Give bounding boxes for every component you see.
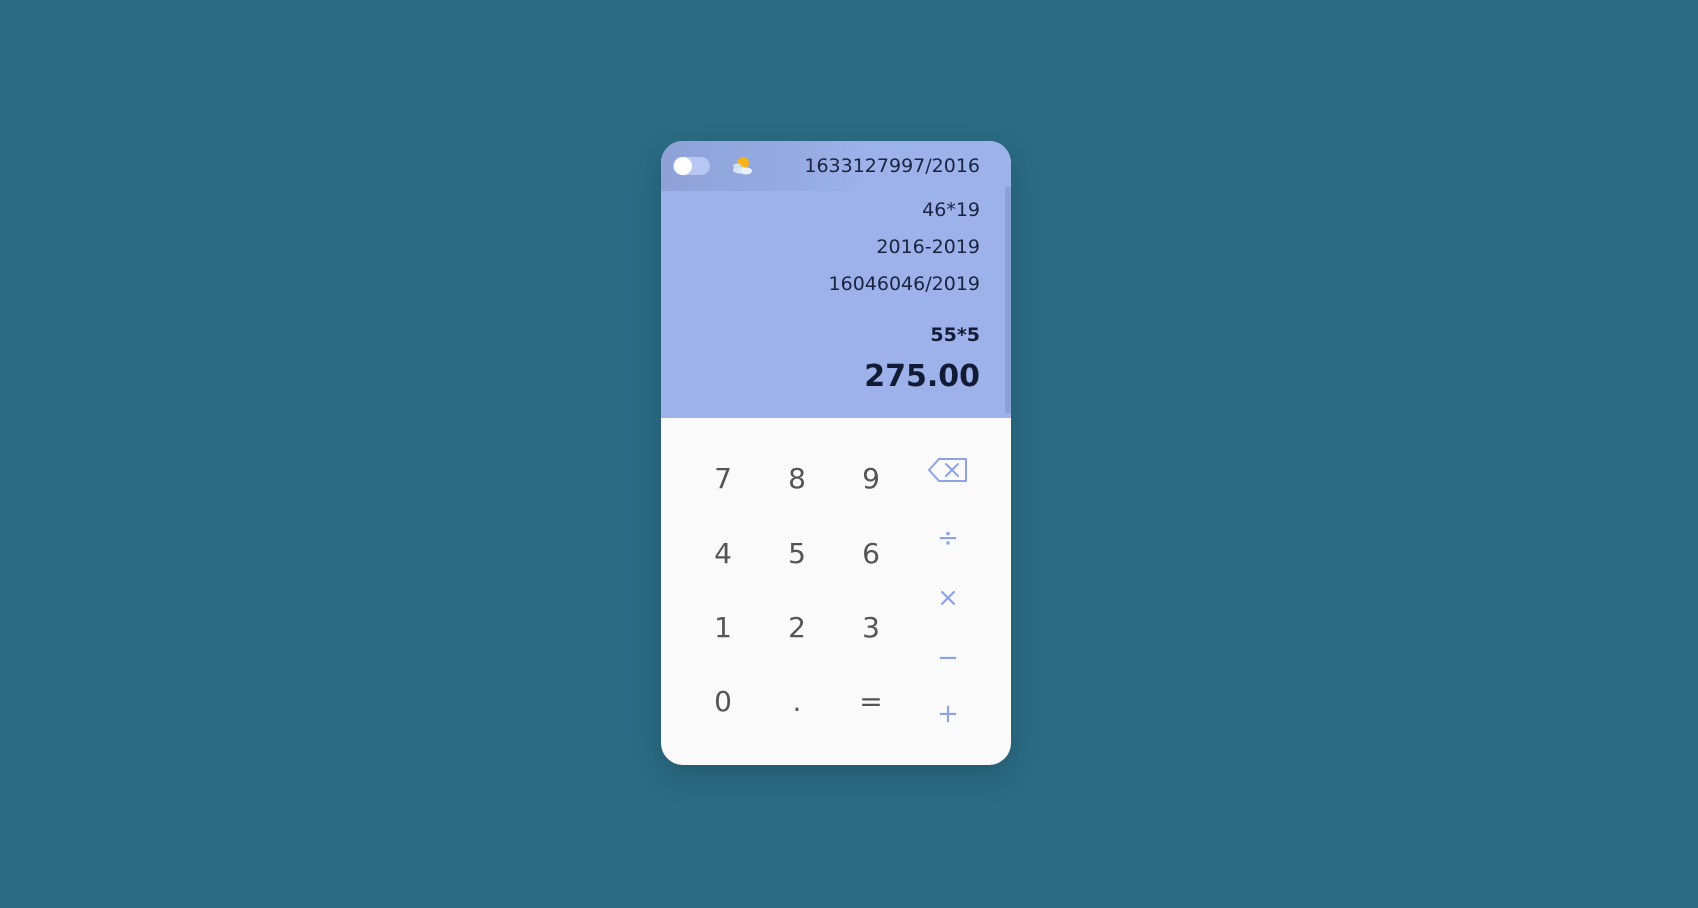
history-scrollbar[interactable] xyxy=(1005,187,1011,413)
history-item[interactable]: 16046046/2019 xyxy=(804,266,980,303)
key-0[interactable]: 0 xyxy=(695,673,751,729)
backspace-icon xyxy=(928,458,967,482)
key-7[interactable]: 7 xyxy=(695,450,751,506)
multiply-button[interactable]: × xyxy=(920,570,976,626)
partly-cloudy-icon xyxy=(729,153,755,179)
key-5[interactable]: 5 xyxy=(769,525,825,581)
key-3[interactable]: 3 xyxy=(843,599,899,655)
history-item[interactable]: 46*19 xyxy=(804,192,980,229)
toggle-knob[interactable] xyxy=(674,157,692,175)
keypad: 7 8 9 ÷ 4 5 6 × 1 2 3 − 0 . = + xyxy=(661,418,1011,765)
divide-button[interactable]: ÷ xyxy=(920,510,976,566)
equals-button[interactable]: = xyxy=(843,673,899,729)
history-item[interactable]: 2016-2019 xyxy=(804,229,980,266)
key-2[interactable]: 2 xyxy=(769,599,825,655)
decimal-button[interactable]: . xyxy=(769,673,825,729)
history-item[interactable]: 1633127997/2016 xyxy=(804,155,980,177)
key-6[interactable]: 6 xyxy=(843,525,899,581)
current-expression: 55*5 xyxy=(930,324,980,346)
key-8[interactable]: 8 xyxy=(769,450,825,506)
display-panel: 1633127997/2016 46*19 2016-2019 16046046… xyxy=(661,141,1011,418)
result-value: 275.00 xyxy=(864,359,980,394)
subtract-button[interactable]: − xyxy=(920,630,976,686)
add-button[interactable]: + xyxy=(920,686,976,742)
key-9[interactable]: 9 xyxy=(843,450,899,506)
history-list: 1633127997/2016 46*19 2016-2019 16046046… xyxy=(804,155,980,303)
calculator-card: 1633127997/2016 46*19 2016-2019 16046046… xyxy=(661,141,1011,765)
key-1[interactable]: 1 xyxy=(695,599,751,655)
theme-toggle[interactable] xyxy=(673,157,710,175)
key-4[interactable]: 4 xyxy=(695,525,751,581)
backspace-button[interactable] xyxy=(920,442,976,498)
